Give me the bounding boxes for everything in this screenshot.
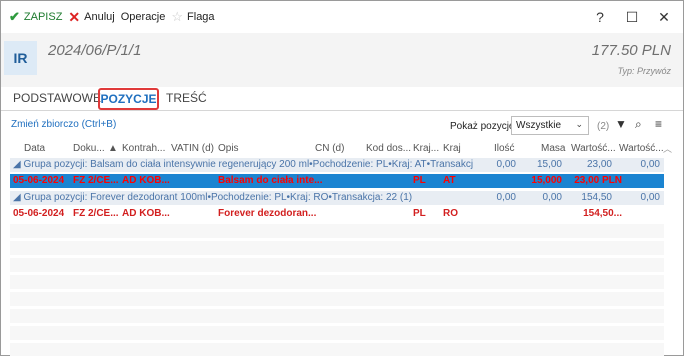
group-ilosc: 0,00: [496, 159, 516, 170]
show-positions-value: Wszystkie: [516, 120, 561, 131]
col-kontrah[interactable]: Kontrah...: [122, 143, 165, 154]
close-button[interactable]: ✕: [653, 7, 675, 27]
close-x-icon: ✕: [68, 8, 81, 25]
tab-pozycje[interactable]: POZYCJE: [98, 88, 159, 110]
chevron-down-icon: ⌄: [575, 119, 583, 129]
col-opis[interactable]: Opis: [218, 143, 239, 154]
dialog-window: ✔ ZAPISZ ✕ Anuluj Operacje ☆ Flaga ? ☐ ✕…: [0, 0, 684, 356]
document-header: IR 2024/06/P/1/1 177.50 PLN Typ: Przywóz: [1, 33, 683, 87]
cell-doc: FZ 2/CE...: [73, 208, 119, 219]
cell-date: 05-06-2024: [13, 175, 65, 186]
cell-desc: Balsam do ciała inte...: [218, 175, 323, 186]
group-row[interactable]: ◢ Grupa pozycji: Balsam do ciała intensy…: [10, 158, 664, 172]
group-wartosc1: 154,50: [581, 192, 612, 203]
positions-grid: Data Doku... ▲ Kontrah... VATIN (d) Opis…: [10, 141, 664, 356]
cell-contractor: AD KOB...: [122, 208, 170, 219]
col-doku[interactable]: Doku...: [73, 143, 105, 154]
empty-row: [10, 326, 664, 340]
check-icon: ✔: [9, 9, 20, 24]
grid-actions: Zmień zbiorczo (Ctrl+B) Pokaż pozycje: W…: [1, 114, 683, 138]
operations-label: Operacje: [120, 11, 166, 23]
flag-label: Flaga: [187, 11, 215, 23]
document-number: 2024/06/P/1/1: [48, 42, 142, 59]
cell-date: 05-06-2024: [13, 208, 65, 219]
empty-row: [10, 241, 664, 255]
scroll-up-icon[interactable]: ︿: [663, 142, 672, 155]
menu-icon[interactable]: ≡: [655, 117, 662, 131]
cell-desc: Forever dezodoran...: [218, 208, 317, 219]
group-masa: 0,00: [542, 192, 562, 203]
empty-row: [10, 309, 664, 323]
group-wartosc2: 0,00: [640, 192, 660, 203]
empty-row: [10, 343, 664, 356]
col-kraj1[interactable]: Kraj...: [413, 143, 439, 154]
tab-tresc[interactable]: TREŚĆ: [166, 91, 207, 105]
cell-wartosc: 154,50...: [583, 208, 622, 219]
col-wartosc1[interactable]: Wartość...: [571, 143, 616, 154]
operations-button[interactable]: Operacje: [121, 11, 166, 23]
col-kraj2[interactable]: Kraj: [443, 143, 461, 154]
search-icon[interactable]: ⌕: [635, 117, 642, 132]
cancel-label: Anuluj: [84, 11, 115, 23]
group-row[interactable]: ◢ Grupa pozycji: Forever dezodorant 100m…: [10, 191, 664, 205]
empty-row: [10, 292, 664, 306]
col-wartosc2[interactable]: Wartość...: [619, 143, 664, 154]
cell-masa: 15,000: [531, 175, 562, 186]
empty-row: [10, 224, 664, 238]
cancel-button[interactable]: ✕ Anuluj: [68, 9, 114, 26]
group-masa: 15,00: [536, 159, 562, 170]
col-kod-dos[interactable]: Kod dos...: [366, 143, 411, 154]
grid-header: Data Doku... ▲ Kontrah... VATIN (d) Opis…: [10, 141, 664, 158]
group-title: ◢ Grupa pozycji: Forever dezodorant 100m…: [13, 192, 413, 203]
cell-wartosc: 23,00 PLN: [574, 175, 622, 186]
document-amount: 177.50 PLN: [591, 42, 671, 59]
cell-doc: FZ 2/CE...: [73, 175, 119, 186]
table-row-selected[interactable]: 05-06-2024 FZ 2/CE... AD KOB... Balsam d…: [10, 174, 664, 188]
tab-podstawowe[interactable]: PODSTAWOWE: [13, 91, 101, 105]
doc-type-badge: IR: [4, 41, 37, 75]
sort-asc-icon: ▲: [108, 143, 118, 154]
group-wartosc1: 23,00: [586, 159, 612, 170]
maximize-button[interactable]: ☐: [621, 7, 643, 27]
star-icon: ☆: [171, 9, 184, 24]
show-positions-select[interactable]: Wszystkie ⌄: [511, 116, 589, 135]
show-positions-label: Pokaż pozycje:: [450, 121, 518, 132]
bulk-change-link[interactable]: Zmień zbiorczo (Ctrl+B): [11, 119, 116, 130]
col-data[interactable]: Data: [24, 143, 45, 154]
cell-contractor: AD KOB...: [122, 175, 170, 186]
table-row[interactable]: 05-06-2024 FZ 2/CE... AD KOB... Forever …: [10, 207, 664, 221]
cell-country2: RO: [443, 208, 458, 219]
help-button[interactable]: ?: [589, 7, 611, 27]
cell-country2: AT: [443, 175, 456, 186]
filter-count: (2): [597, 121, 610, 132]
group-wartosc2: 0,00: [640, 159, 660, 170]
group-ilosc: 0,00: [496, 192, 516, 203]
document-type: Typ: Przywóz: [617, 66, 671, 76]
col-masa[interactable]: Masa: [541, 143, 565, 154]
toolbar: ✔ ZAPISZ ✕ Anuluj Operacje ☆ Flaga ? ☐ ✕: [1, 1, 683, 33]
tab-bar: PODSTAWOWE POZYCJE TREŚĆ: [1, 87, 683, 111]
window-controls: ? ☐ ✕: [579, 7, 675, 27]
empty-row: [10, 275, 664, 289]
save-label: ZAPISZ: [23, 11, 63, 23]
col-ilosc[interactable]: Ilość: [494, 143, 515, 154]
save-button[interactable]: ✔ ZAPISZ: [9, 9, 62, 25]
cell-country1: PL: [413, 208, 426, 219]
col-cn[interactable]: CN (d): [315, 143, 344, 154]
cell-country1: PL: [413, 175, 426, 186]
flag-button[interactable]: ☆ Flaga: [171, 9, 214, 25]
filter-icon[interactable]: ▼: [615, 117, 627, 131]
group-title: ◢ Grupa pozycji: Balsam do ciała intensy…: [13, 159, 473, 170]
col-vatin[interactable]: VATIN (d): [171, 143, 214, 154]
empty-row: [10, 258, 664, 272]
